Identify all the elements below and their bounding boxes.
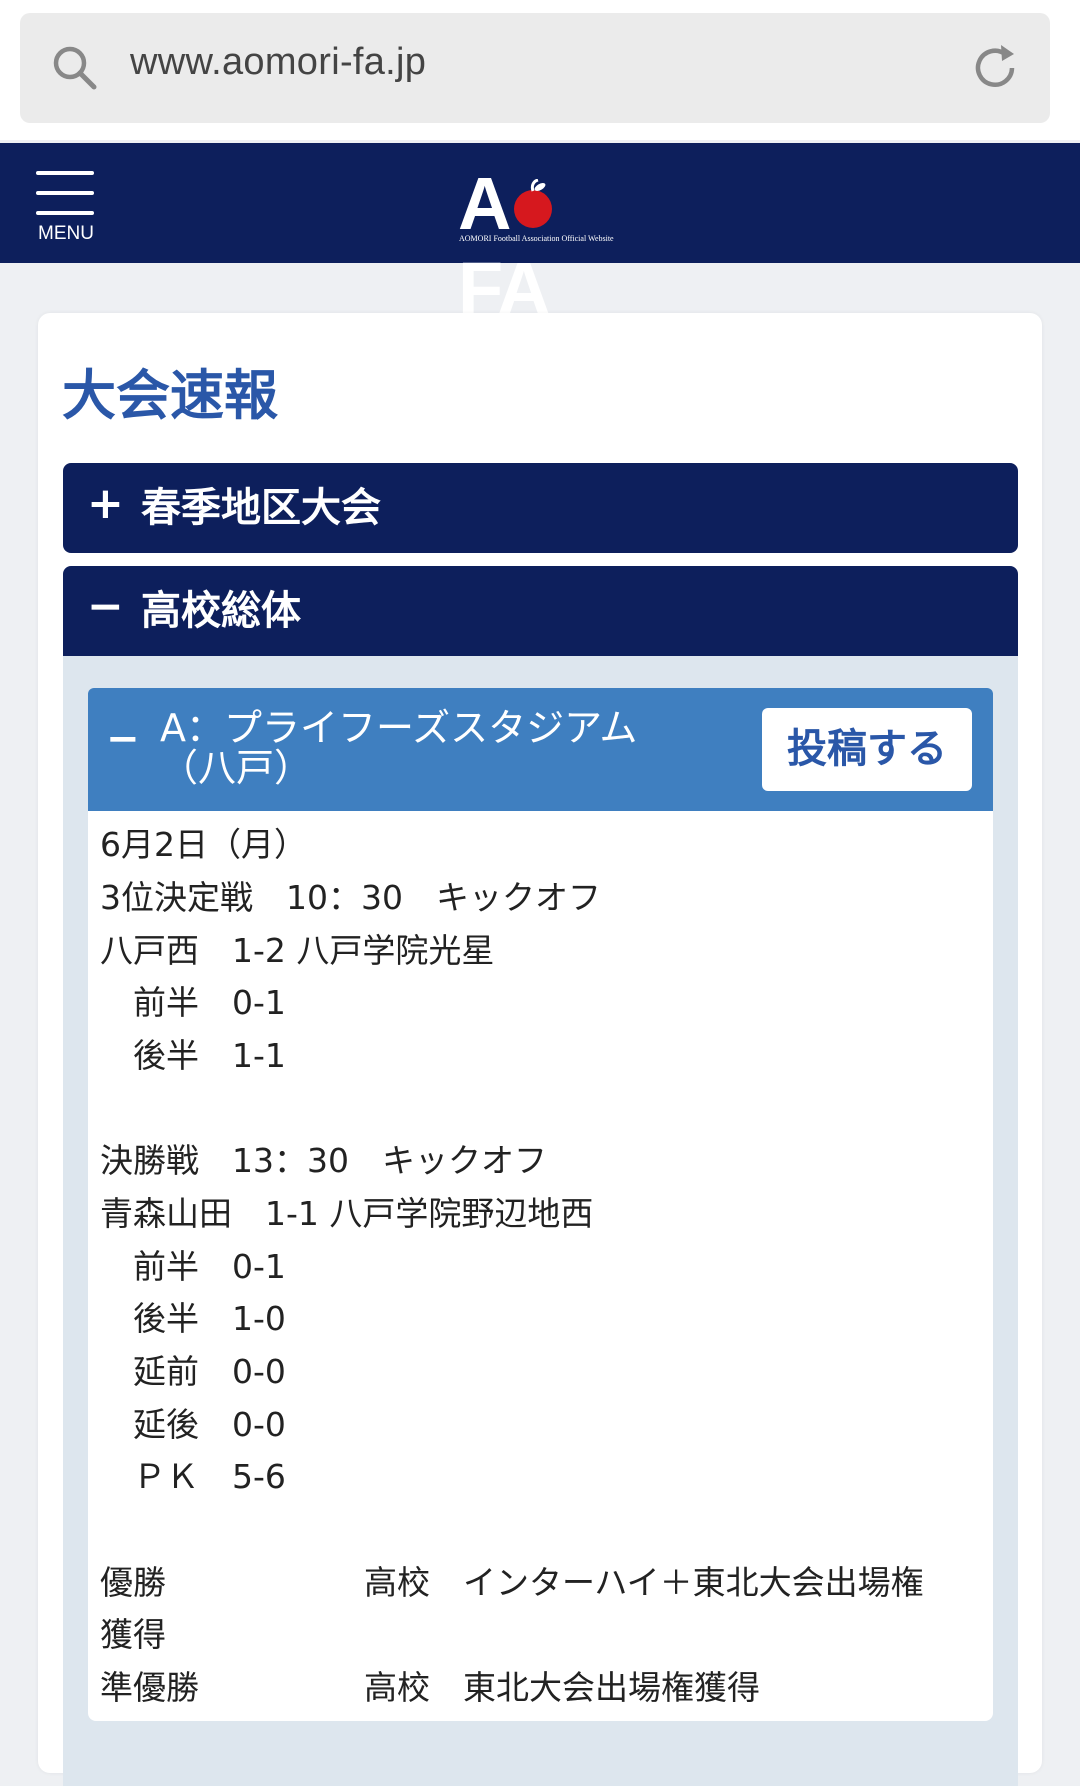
- minus-icon: −: [106, 716, 140, 762]
- result-line: 後半 1‐0: [100, 1299, 286, 1338]
- url-text[interactable]: www.aomori-fa.jp: [130, 41, 426, 84]
- accordion-label: 春季地区大会: [141, 485, 381, 531]
- post-button[interactable]: 投稿する: [762, 708, 972, 791]
- accordion-body: − A：プライフーズスタジアム（八戸） 投稿する 6月2日（月） 3位決定戦 1…: [63, 656, 1018, 1786]
- plus-icon: +: [87, 478, 124, 529]
- result-line: 前半 0‐1: [100, 983, 286, 1022]
- site-header: MENU A FA AOMORI Football Association Of…: [0, 143, 1080, 330]
- menu-label: MENU: [38, 223, 94, 244]
- accordion-spring-regional[interactable]: + 春季地区大会: [63, 463, 1018, 553]
- result-line: 前半 0‐1: [100, 1247, 286, 1286]
- reload-icon[interactable]: [968, 41, 1022, 95]
- result-content: 6月2日（月） 3位決定戦 10：30 キックオフ 八戸西 1‐2 八戸学院光星…: [88, 811, 993, 1721]
- accordion-label: 高校総体: [141, 588, 301, 634]
- address-bar[interactable]: www.aomori-fa.jp: [20, 13, 1050, 123]
- site-logo[interactable]: A FA AOMORI Football Association Officia…: [458, 162, 648, 330]
- hamburger-line: [36, 211, 94, 215]
- result-line: 準優勝 高校 東北大会出場権獲得: [100, 1668, 760, 1707]
- result-line: 獲得: [100, 1615, 166, 1654]
- result-line: 延前 0-0: [100, 1352, 286, 1391]
- result-line: 八戸西 1‐2 八戸学院光星: [100, 931, 495, 970]
- content-card: 大会速報 + 春季地区大会 − 高校総体 − A：プライフーズスタジアム（八戸）…: [38, 313, 1042, 1786]
- browser-chrome: www.aomori-fa.jp: [0, 0, 1080, 140]
- result-line: ＰＫ 5-6: [100, 1457, 286, 1496]
- minus-icon: −: [87, 581, 124, 632]
- result-line: 決勝戦 13：30 キックオフ: [100, 1141, 547, 1180]
- hamburger-icon: [36, 171, 94, 175]
- result-line: 延後 0-0: [100, 1405, 286, 1444]
- page-title: 大会速報: [62, 364, 278, 427]
- logo-subtitle: AOMORI Football Association Official Web…: [459, 234, 614, 243]
- venue-label: A：プライフーズスタジアム（八戸）: [160, 706, 638, 790]
- hamburger-line: [36, 191, 94, 195]
- search-icon: [53, 46, 97, 90]
- result-line: 後半 1‐1: [100, 1036, 286, 1075]
- venue-header[interactable]: − A：プライフーズスタジアム（八戸） 投稿する: [88, 688, 993, 811]
- result-line: 6月2日（月）: [100, 825, 307, 864]
- accordion-high-school[interactable]: − 高校総体: [63, 566, 1018, 656]
- result-line: 3位決定戦 10：30 キックオフ: [100, 878, 601, 917]
- menu-button[interactable]: MENU: [34, 163, 96, 253]
- result-line: 優勝 高校 インターハイ＋東北大会出場権: [100, 1563, 924, 1602]
- result-line: 青森山田 1‐1 八戸学院野辺地西: [100, 1194, 594, 1233]
- apple-icon: [514, 179, 552, 228]
